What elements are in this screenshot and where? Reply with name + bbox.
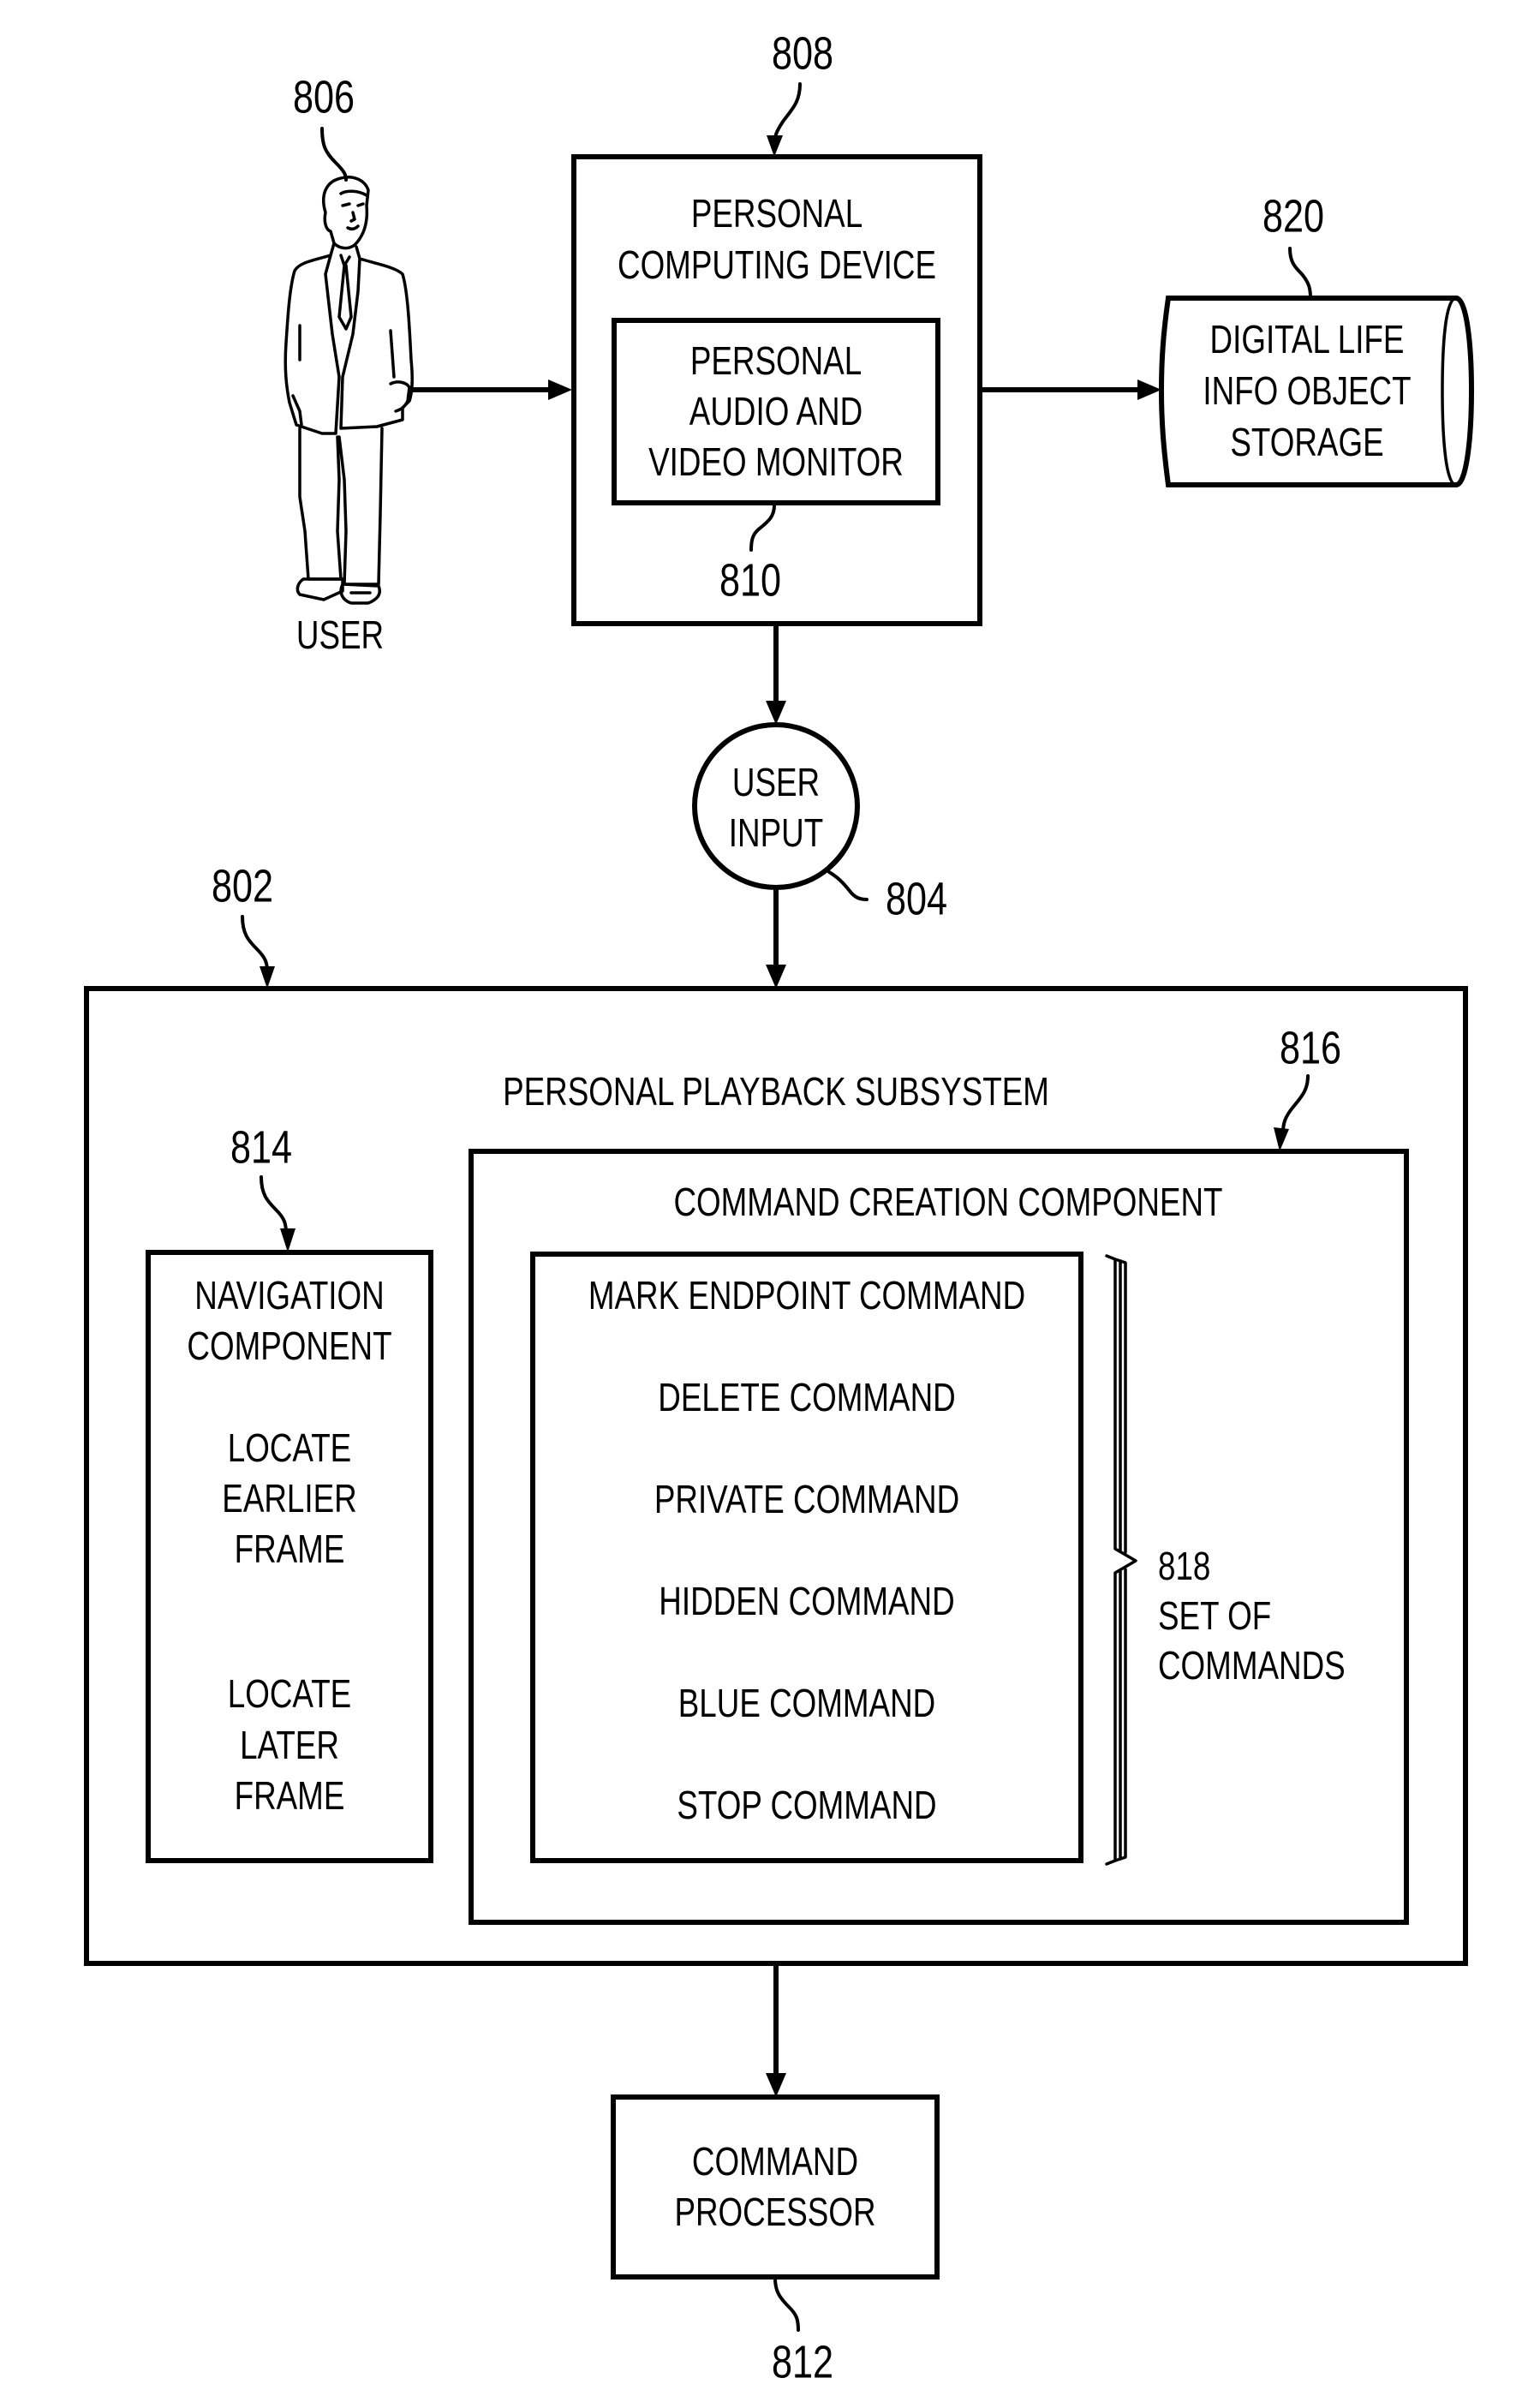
digital-life-storage: 820 DIGITAL LIFE INFO OBJECT STORAGE <box>1158 191 1475 487</box>
processor-line-2: PROCESSOR <box>674 2190 875 2234</box>
locate-earlier-frame-item: LOCATE EARLIER FRAME <box>222 1425 356 1571</box>
user-input-line-1: USER <box>732 760 820 804</box>
set-of-commands-line-2: COMMANDS <box>1158 1643 1346 1688</box>
storage-line-2: INFO OBJECT <box>1203 368 1411 413</box>
arrow-device-to-user-input <box>766 624 786 725</box>
ref-804-label: 804 <box>886 874 947 925</box>
command-processor: COMMAND PROCESSOR 812 <box>611 2094 940 2388</box>
storage-line-1: DIGITAL LIFE <box>1210 317 1405 361</box>
subsystem-title: PERSONAL PLAYBACK SUBSYSTEM <box>503 1069 1049 1114</box>
arrow-device-to-storage <box>980 379 1161 400</box>
monitor-line-1: PERSONAL <box>690 338 862 383</box>
ref-818-label: 818 <box>1158 1544 1210 1588</box>
monitor-line-3: VIDEO MONITOR <box>648 439 904 484</box>
ref-816-label: 816 <box>1280 1023 1341 1074</box>
locate-later-line-1: LOCATE <box>228 1671 351 1716</box>
patent-figure: 806 USER 808 PERSONAL COMPUTING DEVICE P… <box>84 28 1475 2388</box>
ref-808-label: 808 <box>772 28 833 80</box>
command-item: DELETE COMMAND <box>658 1375 955 1419</box>
device-title-line-1: PERSONAL <box>691 191 863 236</box>
device-title-line-2: COMPUTING DEVICE <box>618 242 936 287</box>
ref-814-label: 814 <box>230 1122 292 1174</box>
ref-820-leader <box>1288 247 1312 300</box>
ref-810-label: 810 <box>719 555 781 606</box>
nav-title-line-2: COMPONENT <box>187 1324 391 1368</box>
arrow-user-to-device <box>409 379 572 400</box>
locate-earlier-line-1: LOCATE <box>228 1425 351 1470</box>
storage-line-3: STORAGE <box>1230 420 1383 464</box>
command-processor-box <box>611 2094 940 2280</box>
locate-later-line-3: FRAME <box>235 1773 345 1818</box>
user-figure: 806 USER <box>284 72 415 657</box>
command-item: HIDDEN COMMAND <box>659 1579 954 1623</box>
processor-line-1: COMMAND <box>692 2139 858 2184</box>
ref-812-leader <box>773 2277 800 2332</box>
user-input-node: USER INPUT 804 <box>692 722 947 925</box>
command-item: MARK ENDPOINT COMMAND <box>588 1273 1025 1318</box>
command-item: PRIVATE COMMAND <box>654 1477 959 1521</box>
user-input-line-2: INPUT <box>729 810 823 855</box>
arrow-user-input-to-subsystem <box>766 887 786 989</box>
ref-812-label: 812 <box>772 2337 833 2388</box>
monitor-line-2: AUDIO AND <box>689 389 863 433</box>
ref-806-leader <box>320 127 348 182</box>
command-creation-component: 816 COMMAND CREATION COMPONENT MARK ENDP… <box>469 1023 1409 1925</box>
ref-802-leader <box>241 915 269 973</box>
command-item: BLUE COMMAND <box>678 1681 935 1725</box>
personal-computing-device: 808 PERSONAL COMPUTING DEVICE PERSONAL A… <box>571 28 982 626</box>
user-label: USER <box>296 612 384 657</box>
ref-804-leader <box>827 870 868 901</box>
locate-later-line-2: LATER <box>240 1723 339 1767</box>
command-item: STOP COMMAND <box>677 1783 936 1827</box>
ref-806-label: 806 <box>293 72 355 123</box>
ref-820-label: 820 <box>1262 191 1324 242</box>
locate-earlier-line-2: EARLIER <box>222 1476 356 1521</box>
locate-later-frame-item: LOCATE LATER FRAME <box>228 1671 351 1818</box>
commands-list-box <box>530 1252 1083 1863</box>
nav-title-line-1: NAVIGATION <box>194 1273 384 1318</box>
ref-802-label: 802 <box>212 861 273 912</box>
arrow-subsystem-to-processor <box>766 1963 786 2097</box>
person-in-suit-icon <box>284 176 415 605</box>
command-creation-title: COMMAND CREATION COMPONENT <box>673 1180 1222 1224</box>
locate-earlier-line-3: FRAME <box>235 1527 345 1571</box>
set-of-commands-line-1: SET OF <box>1158 1593 1271 1638</box>
personal-playback-subsystem: 802 PERSONAL PLAYBACK SUBSYSTEM 814 NAVI… <box>84 861 1468 1966</box>
